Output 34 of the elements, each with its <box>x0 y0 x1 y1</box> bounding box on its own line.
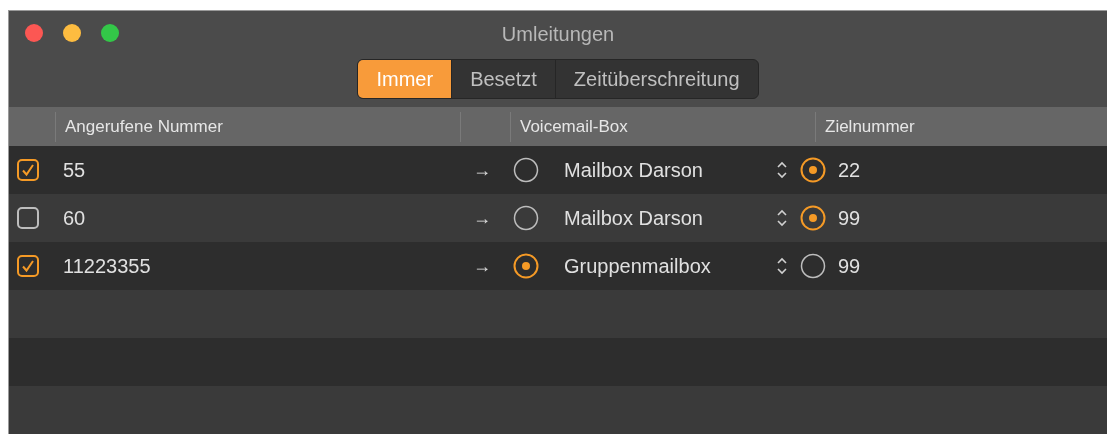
table-cell-text: 99 <box>838 206 861 231</box>
column-header: Voicemail-Box <box>511 111 816 142</box>
zoom-button[interactable] <box>101 24 119 42</box>
table-cell-text: 55 <box>63 158 87 183</box>
arrow: → <box>473 206 492 230</box>
column-header: Angerufene Nummer <box>56 111 461 142</box>
arrow: → <box>473 254 492 278</box>
table-cell-text: 99 <box>838 254 861 279</box>
stepper-icon[interactable] <box>776 256 788 276</box>
radio-button[interactable] <box>513 253 539 279</box>
stepper-icon[interactable] <box>776 160 788 180</box>
radio-button[interactable] <box>513 157 539 183</box>
checkbox[interactable] <box>17 159 39 181</box>
column-header: Zielnummer <box>824 115 915 138</box>
table-cell-text: 11223355 <box>63 254 152 279</box>
checkbox[interactable] <box>17 255 39 277</box>
minimize-button[interactable] <box>63 24 81 42</box>
mailbox-select[interactable]: Gruppenmailbox <box>564 251 776 281</box>
close-button[interactable] <box>25 24 43 42</box>
radio-button[interactable] <box>800 205 826 231</box>
radio-button[interactable] <box>513 205 539 231</box>
mailbox-select[interactable]: Mailbox Darson <box>564 155 776 185</box>
checkbox[interactable] <box>17 207 39 229</box>
radio-button[interactable] <box>800 157 826 183</box>
table-cell-text: 60 <box>63 206 87 231</box>
radio-button[interactable] <box>800 253 826 279</box>
mailbox-select[interactable]: Mailbox Darson <box>564 203 776 233</box>
table-cell-text: 22 <box>838 158 861 183</box>
table-row[interactable]: 60 → Mailbox Darson 99 <box>9 194 1107 242</box>
arrow: → <box>473 158 492 182</box>
segment-tab[interactable]: Zeitüberschreitung <box>554 60 758 98</box>
window-title: Umleitungen <box>501 22 615 46</box>
segment-tab[interactable]: Besetzt <box>451 60 555 98</box>
stepper-icon[interactable] <box>776 208 788 228</box>
